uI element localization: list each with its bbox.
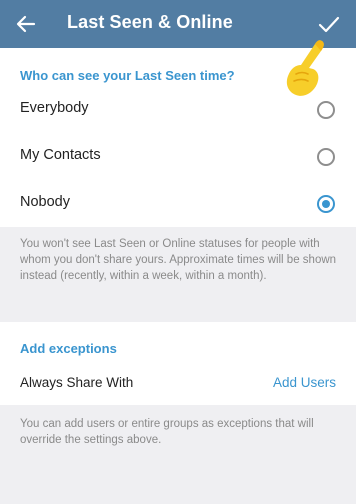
- option-nobody[interactable]: Nobody: [0, 181, 356, 227]
- radio-button[interactable]: [317, 148, 335, 166]
- add-users-link[interactable]: Add Users: [273, 375, 336, 390]
- checkmark-icon: [318, 16, 340, 33]
- page-title: Last Seen & Online: [67, 12, 233, 32]
- exceptions-section: Add exceptions Always Share With Add Use…: [0, 322, 356, 405]
- option-label: My Contacts: [20, 147, 101, 163]
- option-label: Nobody: [20, 194, 70, 210]
- exceptions-header: Add exceptions: [20, 341, 117, 356]
- pointing-hand-icon: [286, 40, 324, 96]
- option-label: Everybody: [20, 100, 89, 116]
- radio-button[interactable]: [317, 101, 335, 119]
- always-share-label: Always Share With: [20, 375, 134, 390]
- always-share-with-row[interactable]: Always Share With Add Users: [0, 365, 356, 401]
- last-seen-note: You won't see Last Seen or Online status…: [20, 238, 337, 282]
- arrow-left-icon: [16, 15, 36, 33]
- done-button[interactable]: [315, 10, 343, 38]
- radio-button-selected[interactable]: [317, 195, 335, 213]
- option-my-contacts[interactable]: My Contacts: [0, 134, 356, 180]
- back-button[interactable]: [12, 10, 40, 38]
- exceptions-note: You can add users or entire groups as ex…: [20, 418, 314, 446]
- last-seen-header: Who can see your Last Seen time?: [20, 68, 235, 83]
